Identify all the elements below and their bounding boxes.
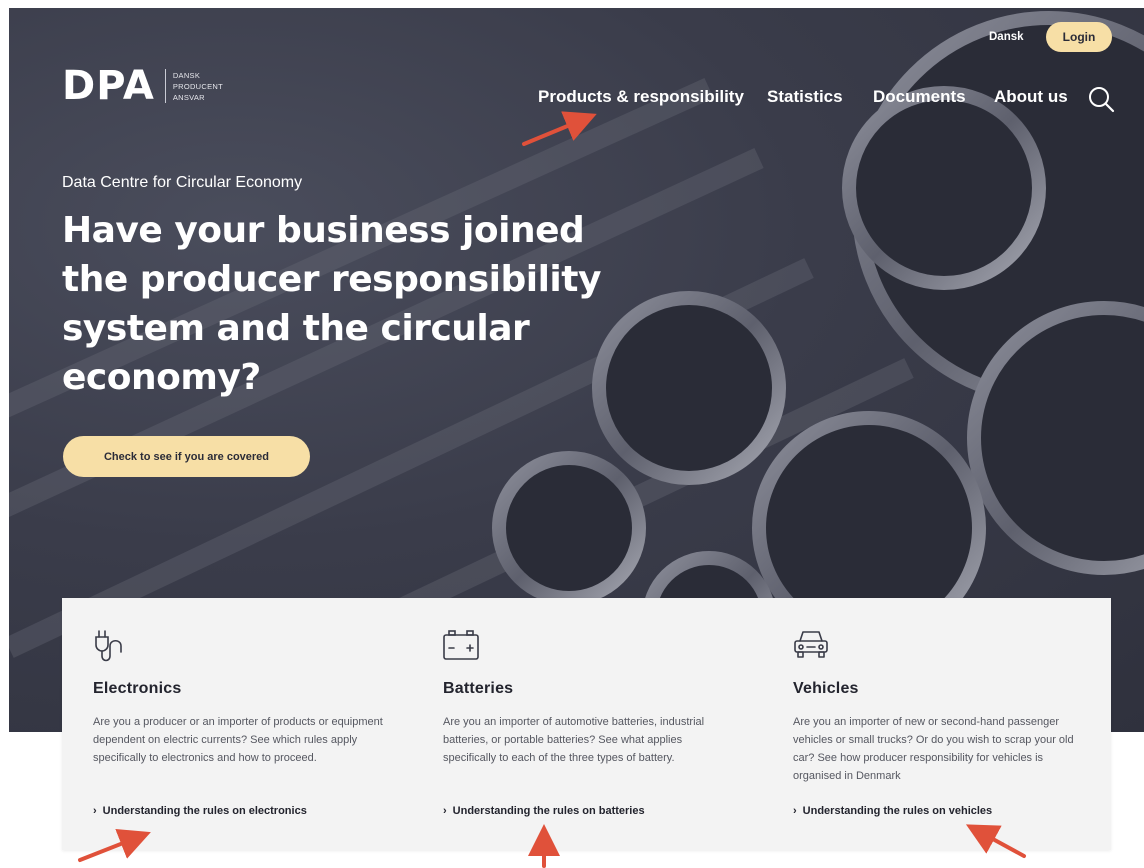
car-icon [794, 631, 828, 658]
link-rules-electronics[interactable]: › Understanding the rules on electronics [93, 805, 307, 817]
link-rules-batteries[interactable]: › Understanding the rules on batteries [443, 805, 645, 817]
category-cards: Electronics Are you a producer or an imp… [62, 598, 1111, 850]
search-icon[interactable] [1087, 85, 1115, 113]
chevron-right-icon: › [93, 805, 97, 817]
logo-subtitle: DANSK PRODUCENT ANSVAR [172, 70, 224, 102]
battery-icon [443, 630, 479, 660]
card-description: Are you an importer of new or second-han… [793, 716, 1074, 782]
login-button[interactable]: Login [1046, 22, 1112, 52]
link-rules-vehicles[interactable]: › Understanding the rules on vehicles [793, 805, 992, 817]
check-coverage-button[interactable]: Check to see if you are covered [63, 436, 310, 477]
chevron-right-icon: › [793, 805, 797, 817]
nav-products-responsibility[interactable]: Products & responsibility [538, 87, 744, 107]
nav-about-us[interactable]: About us [994, 87, 1068, 107]
nav-statistics[interactable]: Statistics [767, 87, 843, 107]
logo-divider [164, 69, 166, 103]
dpa-logo[interactable]: DPA DANSK PRODUCENT ANSVAR [62, 66, 223, 106]
card-title: Electronics [93, 680, 182, 697]
plug-icon [95, 630, 122, 662]
logo-wordmark: DPA [62, 63, 155, 109]
chevron-right-icon: › [443, 805, 447, 817]
card-description: Are you a producer or an importer of pro… [93, 716, 383, 764]
card-title: Batteries [443, 680, 514, 697]
language-switch-link[interactable]: Dansk [989, 31, 1024, 43]
nav-documents[interactable]: Documents [873, 87, 966, 107]
hero-eyebrow: Data Centre for Circular Economy [62, 174, 303, 191]
card-description: Are you an importer of automotive batter… [443, 716, 705, 764]
hero-headline: Have your business joined the producer r… [62, 210, 601, 398]
card-title: Vehicles [793, 680, 859, 697]
